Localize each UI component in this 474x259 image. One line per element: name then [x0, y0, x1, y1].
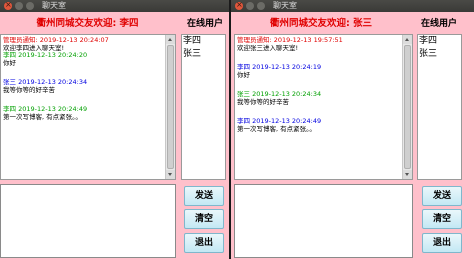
- message-header: 管理员通知: 2019-12-13 19:57:51: [237, 36, 343, 44]
- user-list-item[interactable]: 张三: [418, 48, 461, 61]
- message-text: 你好: [3, 59, 16, 67]
- message-text: 第一次写博客, 有点紧张。。: [3, 113, 82, 121]
- online-user-list[interactable]: 李四 张三: [181, 34, 226, 180]
- scroll-down-arrow-icon[interactable]: [166, 170, 175, 179]
- online-user-list[interactable]: 李四 张三: [417, 34, 462, 180]
- close-icon[interactable]: [235, 0, 243, 11]
- scroll-down-arrow-icon[interactable]: [403, 170, 412, 179]
- window-title: 聊天室: [42, 1, 66, 10]
- message-header: 张三 2019-12-13 20:24:34: [237, 90, 322, 98]
- message-item: 张三 2019-12-13 20:24:34 我等你等的好辛苦: [237, 90, 400, 107]
- close-icon[interactable]: [4, 0, 12, 11]
- clear-button[interactable]: 清空: [184, 209, 224, 229]
- message-list: 管理员通知: 2019-12-13 20:24:07 欢迎李四进入聊天室! 李四…: [3, 36, 163, 122]
- chat-history[interactable]: 管理员通知: 2019-12-13 20:24:07 欢迎李四进入聊天室! 李四…: [0, 34, 176, 180]
- exit-button[interactable]: 退出: [422, 233, 462, 253]
- message-item: 李四 2019-12-13 20:24:49 第一次写博客, 有点紧张。。: [237, 117, 400, 134]
- message-input[interactable]: [0, 184, 176, 258]
- message-header: 李四 2019-12-13 20:24:20: [3, 51, 88, 59]
- online-users-label: 在线用户: [421, 19, 458, 29]
- user-list-item[interactable]: 李四: [182, 35, 225, 48]
- message-item: 张三 2019-12-13 20:24:34 我等你等的好辛苦: [3, 78, 163, 95]
- clear-button[interactable]: 清空: [422, 209, 462, 229]
- minimize-icon[interactable]: [246, 2, 254, 10]
- message-header: 管理员通知: 2019-12-13 20:24:07: [3, 36, 109, 44]
- message-item: 李四 2019-12-13 20:24:20 你好: [3, 51, 163, 68]
- welcome-title: 衢州同城交友欢迎: 李四: [36, 18, 139, 29]
- message-header: 李四 2019-12-13 20:24:19: [237, 63, 322, 71]
- message-list: 管理员通知: 2019-12-13 19:57:51 欢迎张三进入聊天室! 李四…: [237, 36, 400, 134]
- chat-scrollbar[interactable]: [165, 35, 175, 179]
- user-list-item[interactable]: 张三: [182, 48, 225, 61]
- message-text: 我等你等的好辛苦: [3, 86, 55, 94]
- message-item: 管理员通知: 2019-12-13 19:57:51 欢迎张三进入聊天室!: [237, 36, 400, 53]
- send-button[interactable]: 发送: [184, 186, 224, 206]
- welcome-title: 衢州同城交友欢迎: 张三: [269, 18, 373, 29]
- message-input[interactable]: [234, 184, 413, 258]
- message-text: 第一次写博客, 有点紧张。。: [237, 125, 316, 133]
- window-title: 聊天室: [273, 1, 297, 10]
- exit-button[interactable]: 退出: [184, 233, 224, 253]
- chat-window-zhangsan: 聊天室 衢州同城交友欢迎: 张三 在线用户 管理员通知: 2019-12-13 …: [231, 0, 474, 259]
- message-header: 张三 2019-12-13 20:24:34: [3, 78, 88, 86]
- message-item: 李四 2019-12-13 20:24:19 你好: [237, 63, 400, 80]
- window-titlebar: 聊天室: [0, 0, 229, 12]
- message-header: 李四 2019-12-13 20:24:49: [3, 105, 88, 113]
- online-users-label: 在线用户: [187, 19, 224, 29]
- maximize-icon[interactable]: [257, 2, 265, 10]
- message-item: 管理员通知: 2019-12-13 20:24:07 欢迎李四进入聊天室!: [3, 36, 163, 53]
- chat-history[interactable]: 管理员通知: 2019-12-13 19:57:51 欢迎张三进入聊天室! 李四…: [234, 34, 413, 180]
- user-list-item[interactable]: 李四: [418, 35, 461, 48]
- window-titlebar: 聊天室: [231, 0, 474, 12]
- minimize-icon[interactable]: [15, 2, 23, 10]
- scroll-thumb[interactable]: [167, 45, 174, 169]
- chat-scrollbar[interactable]: [402, 35, 412, 179]
- maximize-icon[interactable]: [26, 2, 34, 10]
- chat-window-lisi: 聊天室 衢州同城交友欢迎: 李四 在线用户 管理员通知: 2019-12-13 …: [0, 0, 229, 259]
- message-text: 欢迎张三进入聊天室!: [237, 44, 299, 52]
- scroll-up-arrow-icon[interactable]: [403, 35, 412, 44]
- send-button[interactable]: 发送: [422, 186, 462, 206]
- scroll-thumb[interactable]: [404, 45, 411, 169]
- message-header: 李四 2019-12-13 20:24:49: [237, 117, 322, 125]
- scroll-up-arrow-icon[interactable]: [166, 35, 175, 44]
- message-text: 我等你等的好辛苦: [237, 98, 289, 106]
- message-item: 李四 2019-12-13 20:24:49 第一次写博客, 有点紧张。。: [3, 105, 163, 122]
- message-text: 你好: [237, 71, 250, 79]
